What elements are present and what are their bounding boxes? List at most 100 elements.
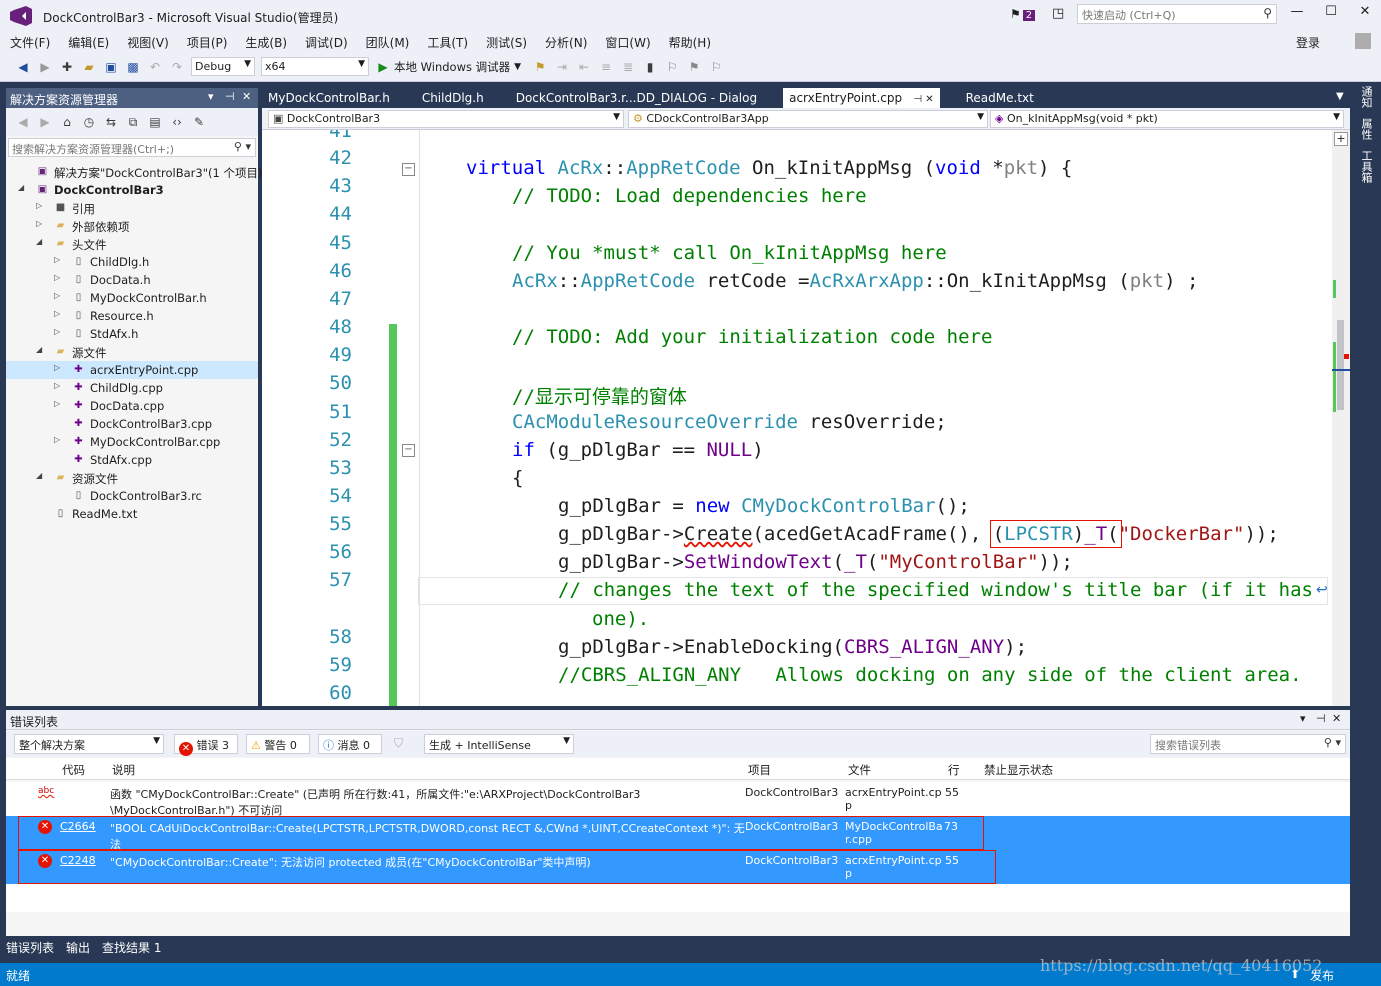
tree-item[interactable]: ▷ ▯ Resource.h bbox=[6, 307, 258, 325]
messages-filter-button[interactable]: ⓘ 消息 0 bbox=[318, 734, 382, 754]
clear-bookmarks-icon[interactable]: ⚐ bbox=[708, 59, 724, 75]
collapse-all-icon[interactable]: ⧉ bbox=[125, 114, 141, 130]
project-scope-select[interactable]: ▣ DockControlBar3 ▼ bbox=[268, 110, 624, 128]
errors-filter-button[interactable]: ✕ 错误 3 bbox=[174, 734, 238, 756]
close-icon[interactable]: ✕ bbox=[242, 90, 251, 103]
build-filter-select[interactable]: 生成 + IntelliSense ▼ bbox=[424, 734, 574, 754]
next-bookmark-icon[interactable]: ⚑ bbox=[686, 59, 702, 75]
view-code-icon[interactable]: ‹› bbox=[169, 114, 185, 130]
expand-toggle-icon[interactable]: ▷ bbox=[54, 435, 60, 444]
tree-item[interactable]: ▷ ✚ DocData.cpp bbox=[6, 397, 258, 415]
maximize-button[interactable]: ☐ bbox=[1320, 4, 1342, 24]
menu-item-2[interactable]: 视图(V) bbox=[127, 34, 169, 51]
quick-launch-input[interactable]: 快速启动 (Ctrl+Q) ⚲ bbox=[1077, 4, 1277, 24]
tree-item[interactable]: ▷ ■ 引用 bbox=[6, 199, 258, 217]
tree-item[interactable]: ✚ DockControlBar3.cpp bbox=[6, 415, 258, 433]
minimize-button[interactable]: — bbox=[1286, 4, 1308, 24]
expand-toggle-icon[interactable]: ▷ bbox=[54, 363, 60, 372]
notifications-flag-icon[interactable]: ⚑ 2 bbox=[1010, 7, 1036, 21]
split-editor-icon[interactable]: + bbox=[1334, 132, 1348, 146]
expand-toggle-icon[interactable]: ▷ bbox=[54, 327, 60, 336]
tree-item[interactable]: ▷ ▯ DocData.h bbox=[6, 271, 258, 289]
save-all-icon[interactable]: ▩ bbox=[125, 59, 141, 75]
login-link[interactable]: 登录 bbox=[1296, 34, 1320, 51]
undo-icon[interactable]: ↶ bbox=[147, 59, 163, 75]
uncomment-icon[interactable]: ≣ bbox=[620, 59, 636, 75]
outline-collapse-icon[interactable]: − bbox=[402, 444, 415, 457]
chevron-down-icon[interactable]: ▼ bbox=[514, 62, 521, 72]
indent-icon[interactable]: ⇥ bbox=[554, 59, 570, 75]
solution-search-input[interactable]: 搜索解决方案资源管理器(Ctrl+;) ⚲ ▾ bbox=[8, 138, 256, 157]
expand-toggle-icon[interactable]: ◢ bbox=[18, 183, 24, 192]
tree-item[interactable]: ◢ ▰ 源文件 bbox=[6, 343, 258, 361]
warnings-filter-button[interactable]: ⚠ 警告 0 bbox=[246, 734, 310, 754]
tree-item[interactable]: ◢ ▣ DockControlBar3 bbox=[6, 181, 258, 199]
side-tab-1[interactable]: 属性 bbox=[1358, 118, 1374, 140]
tree-item[interactable]: ▷ ▯ MyDockControlBar.h bbox=[6, 289, 258, 307]
expand-toggle-icon[interactable]: ◢ bbox=[36, 345, 42, 354]
expand-toggle-icon[interactable]: ▷ bbox=[54, 309, 60, 318]
tree-item[interactable]: ◢ ▰ 资源文件 bbox=[6, 469, 258, 487]
menu-item-4[interactable]: 生成(B) bbox=[245, 34, 287, 51]
expand-toggle-icon[interactable]: ▷ bbox=[54, 381, 60, 390]
prev-bookmark-icon[interactable]: ⚐ bbox=[664, 59, 680, 75]
pin-icon[interactable]: ⊣ bbox=[225, 90, 235, 103]
tree-item[interactable]: ▯ ReadMe.txt bbox=[6, 505, 258, 523]
expand-toggle-icon[interactable]: ▷ bbox=[36, 201, 42, 210]
back-icon[interactable]: ◀ bbox=[15, 114, 31, 130]
editor-tab-2[interactable]: DockControlBar3.r...DD_DIALOG - Dialog bbox=[510, 88, 763, 108]
chevron-down-icon[interactable]: ▾ bbox=[208, 90, 214, 103]
expand-toggle-icon[interactable]: ◢ bbox=[36, 237, 42, 246]
table-row[interactable]: ✕ C2664 "BOOL CAdUiDockControlBar::Creat… bbox=[6, 816, 1350, 867]
col-file[interactable]: 文件 bbox=[848, 762, 871, 778]
tree-item[interactable]: ▷ ✚ acrxEntryPoint.cpp bbox=[6, 361, 258, 379]
expand-toggle-icon[interactable]: ▷ bbox=[54, 255, 60, 264]
feedback-icon[interactable]: ◳ bbox=[1052, 6, 1064, 21]
sync-icon[interactable]: ⇆ bbox=[103, 114, 119, 130]
tree-item[interactable]: ✚ StdAfx.cpp bbox=[6, 451, 258, 469]
expand-toggle-icon[interactable]: ▷ bbox=[54, 291, 60, 300]
menu-item-5[interactable]: 调试(D) bbox=[305, 34, 348, 51]
scope-filter-select[interactable]: 整个解决方案 ▼ bbox=[14, 734, 164, 754]
account-icon[interactable] bbox=[1355, 33, 1371, 49]
table-row[interactable]: ✕ C2248 "CMyDockControlBar::Create": 无法访… bbox=[6, 850, 1350, 884]
bookmark-icon[interactable]: ▮ bbox=[642, 59, 658, 75]
find-in-files-icon[interactable]: ⚑ bbox=[532, 59, 548, 75]
expand-toggle-icon[interactable]: ▷ bbox=[36, 219, 42, 228]
bottom-tab-0[interactable]: 错误列表 bbox=[6, 939, 54, 956]
col-project[interactable]: 项目 bbox=[748, 762, 771, 778]
pin-icon[interactable]: ⊣ bbox=[1316, 712, 1326, 725]
menu-item-1[interactable]: 编辑(E) bbox=[68, 34, 109, 51]
tree-item[interactable]: ▷ ▰ 外部依赖项 bbox=[6, 217, 258, 235]
expand-toggle-icon[interactable]: ◢ bbox=[36, 471, 42, 480]
close-icon[interactable]: ✕ bbox=[1332, 712, 1341, 725]
menu-item-8[interactable]: 测试(S) bbox=[486, 34, 527, 51]
tree-item[interactable]: ◢ ▰ 头文件 bbox=[6, 235, 258, 253]
menu-item-7[interactable]: 工具(T) bbox=[427, 34, 468, 51]
properties-icon[interactable]: ✎ bbox=[191, 114, 207, 130]
close-button[interactable]: ✕ bbox=[1354, 4, 1376, 24]
menu-item-6[interactable]: 团队(M) bbox=[366, 34, 410, 51]
outline-collapse-icon[interactable]: − bbox=[402, 163, 415, 176]
new-project-icon[interactable]: ✚ bbox=[59, 59, 75, 75]
tab-overflow-icon[interactable]: ▼ bbox=[1336, 91, 1344, 102]
col-line[interactable]: 行 bbox=[948, 762, 960, 778]
side-tab-0[interactable]: 通知 bbox=[1358, 86, 1374, 108]
col-description[interactable]: 说明 bbox=[112, 762, 135, 778]
start-debug-icon[interactable]: ▶ bbox=[375, 59, 391, 75]
forward-icon[interactable]: ▶ bbox=[37, 114, 53, 130]
class-scope-select[interactable]: ⚙ CDockControlBar3App ▼ bbox=[628, 110, 988, 128]
start-debug-button[interactable]: 本地 Windows 调试器 bbox=[394, 59, 510, 75]
bottom-tab-1[interactable]: 输出 bbox=[66, 939, 90, 956]
editor-tab-1[interactable]: ChildDlg.h bbox=[416, 88, 490, 108]
tree-item[interactable]: ▷ ✚ ChildDlg.cpp bbox=[6, 379, 258, 397]
side-tab-2[interactable]: 工具箱 bbox=[1358, 150, 1374, 183]
menu-item-10[interactable]: 窗口(W) bbox=[605, 34, 650, 51]
tree-item[interactable]: ▣ 解决方案"DockControlBar3"(1 个项目) bbox=[6, 163, 263, 181]
solution-config-select[interactable]: Debug ▼ bbox=[191, 57, 255, 76]
member-scope-select[interactable]: ◈ On_kInitAppMsg(void * pkt) ▼ bbox=[990, 110, 1344, 128]
editor-tab-3[interactable]: acrxEntryPoint.cpp ⊣ ✕ bbox=[783, 88, 940, 108]
col-suppression[interactable]: 禁止显示状态 bbox=[984, 762, 1053, 778]
chevron-down-icon[interactable]: ▾ bbox=[1300, 712, 1306, 725]
menu-item-3[interactable]: 项目(P) bbox=[187, 34, 228, 51]
